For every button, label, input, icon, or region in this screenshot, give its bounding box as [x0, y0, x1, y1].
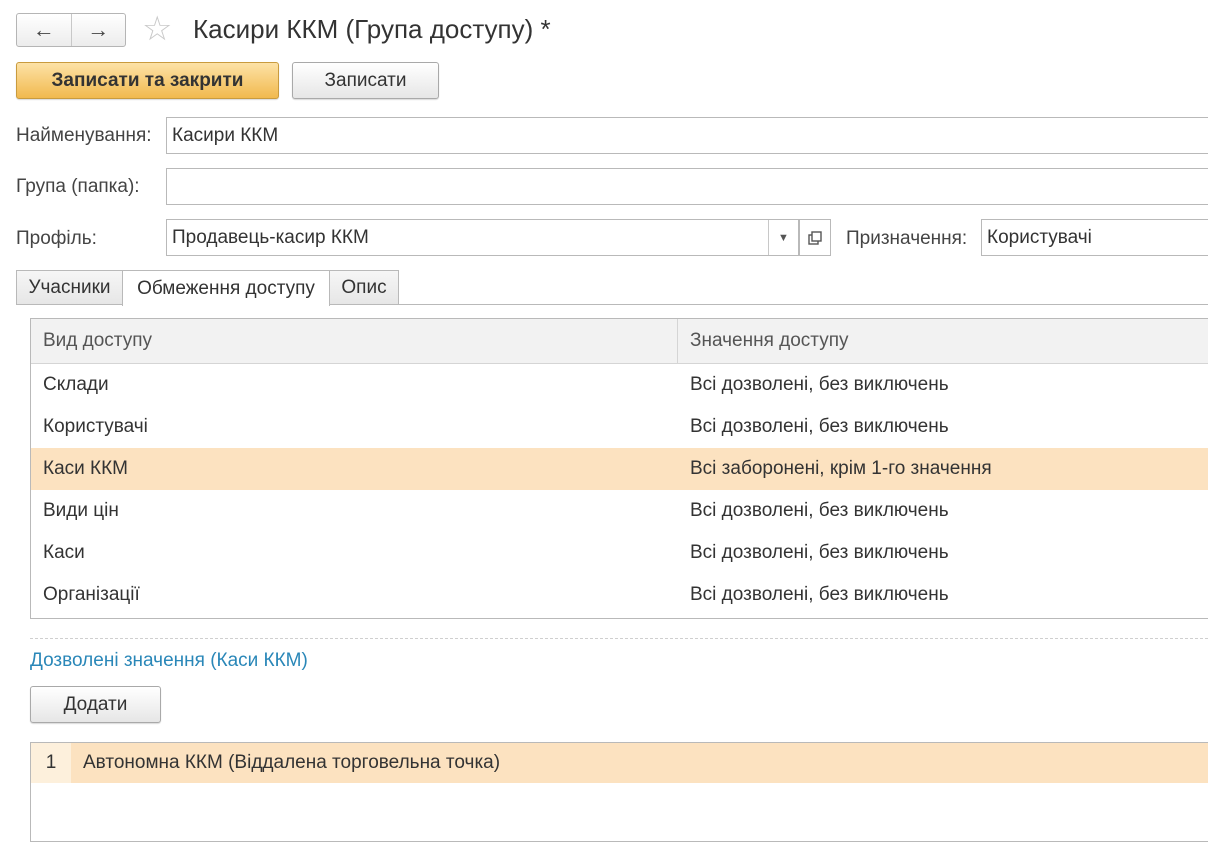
cell-value: Всі дозволені, без виключень — [690, 416, 949, 437]
purpose-label: Призначення: — [846, 228, 968, 249]
list-item[interactable]: 1 Автономна ККМ (Віддалена торговельна т… — [31, 743, 1208, 783]
cell-kind: Користувачі — [43, 416, 148, 437]
profile-field[interactable]: Продавець-касир ККМ ▼ — [166, 219, 799, 256]
list-item-text: Автономна ККМ (Віддалена торговельна точ… — [83, 752, 501, 773]
row-number: 1 — [31, 743, 71, 783]
access-table: Вид доступу Значення доступу Склади Всі … — [30, 318, 1208, 619]
save-button[interactable]: Записати — [292, 62, 439, 99]
forward-arrow-icon[interactable]: → — [70, 14, 126, 46]
cell-value: Всі заборонені, крім 1-го значення — [690, 458, 992, 479]
group-label: Група (папка): — [16, 176, 140, 197]
name-field[interactable]: Касири ККМ — [166, 117, 1208, 154]
table-row[interactable]: Склади Всі дозволені, без виключень — [31, 364, 1208, 406]
cell-kind: Каси ККМ — [43, 458, 128, 479]
section-divider — [30, 638, 1208, 639]
table-header: Вид доступу Значення доступу — [31, 319, 1208, 364]
favorite-star-icon[interactable]: ☆ — [142, 12, 172, 46]
cell-kind: Каси — [43, 542, 85, 563]
allowed-values-list: 1 Автономна ККМ (Віддалена торговельна т… — [30, 742, 1208, 842]
profile-value: Продавець-касир ККМ — [172, 226, 369, 248]
column-header-kind[interactable]: Вид доступу — [31, 319, 678, 363]
page-title: Касири ККМ (Група доступу) * — [193, 14, 551, 44]
tab-access-restrictions[interactable]: Обмеження доступу — [122, 270, 330, 306]
table-row[interactable]: Організації Всі дозволені, без виключень — [31, 574, 1208, 616]
back-arrow-icon[interactable]: ← — [17, 14, 71, 46]
cell-kind: Організації — [43, 584, 140, 605]
open-icon[interactable] — [799, 219, 831, 256]
table-row[interactable]: Види цін Всі дозволені, без виключень — [31, 490, 1208, 532]
table-row[interactable]: Каси Всі дозволені, без виключень — [31, 532, 1208, 574]
cell-value: Всі дозволені, без виключень — [690, 542, 949, 563]
group-field[interactable] — [166, 168, 1208, 205]
cell-value: Всі дозволені, без виключень — [690, 500, 949, 521]
cell-value: Всі дозволені, без виключень — [690, 374, 949, 395]
nav-buttons: ← → — [16, 13, 126, 47]
cell-kind: Склади — [43, 374, 109, 395]
name-label: Найменування: — [16, 125, 152, 146]
cell-value: Всі дозволені, без виключень — [690, 584, 949, 605]
allowed-values-title[interactable]: Дозволені значення (Каси ККМ) — [30, 650, 308, 672]
table-row[interactable]: Користувачі Всі дозволені, без виключень — [31, 406, 1208, 448]
tab-description[interactable]: Опис — [329, 270, 399, 305]
table-row-selected[interactable]: Каси ККМ Всі заборонені, крім 1-го значе… — [31, 448, 1208, 490]
tab-participants[interactable]: Учасники — [16, 270, 123, 305]
profile-label: Профіль: — [16, 228, 97, 249]
cell-kind: Види цін — [43, 500, 119, 521]
column-header-value[interactable]: Значення доступу — [678, 319, 1208, 363]
dropdown-arrow-icon[interactable]: ▼ — [768, 220, 798, 255]
add-button[interactable]: Додати — [30, 686, 161, 723]
purpose-field[interactable]: Користувачі — [981, 219, 1208, 256]
save-and-close-button[interactable]: Записати та закрити — [16, 62, 279, 99]
